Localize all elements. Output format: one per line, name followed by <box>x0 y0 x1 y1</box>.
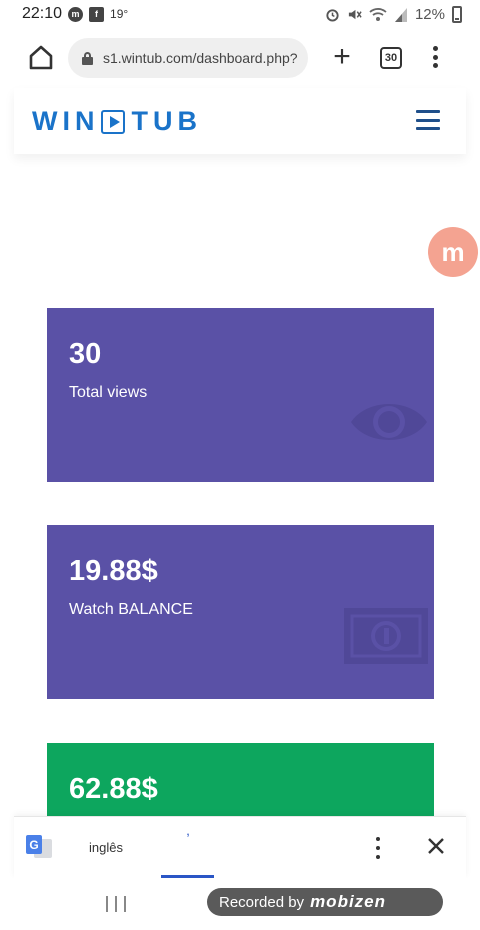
google-translate-icon: G <box>26 835 52 859</box>
status-right: 12% <box>325 5 462 23</box>
home-icon[interactable] <box>26 42 56 72</box>
site-logo[interactable]: WIN TUB <box>32 106 202 137</box>
url-text: s1.wintub.com/dashboard.php? <box>103 50 298 66</box>
target-language-tab[interactable]: ʼ <box>162 831 214 877</box>
card-value: 30 <box>69 338 102 370</box>
eye-icon <box>351 404 427 440</box>
recorded-prefix: Recorded by <box>219 893 305 911</box>
alarm-icon <box>326 8 339 22</box>
card-label: Watch BALANCE <box>69 601 193 618</box>
translate-more-options-button[interactable] <box>374 837 382 859</box>
translate-bar: G inglês ʼ <box>14 816 466 878</box>
screen: 22:10 m f 19° 12% s1.wintub.com/dashboar… <box>0 0 480 930</box>
mobizen-floating-button[interactable]: m <box>428 227 478 277</box>
stat-card-total-views: 30 Total views <box>47 308 434 482</box>
battery-icon <box>452 5 462 23</box>
status-bar: 22:10 m f 19° 12% <box>0 0 480 28</box>
recording-watermark: Recorded by mobizen <box>207 888 443 916</box>
status-left: 22:10 m f 19° <box>22 5 128 23</box>
stat-card-watch-balance: 19.88$ Watch BALANCE <box>47 525 434 699</box>
page-content <box>14 154 466 816</box>
recorder-brand: mobizen <box>310 892 387 911</box>
stat-card-earnings: 62.88$ <box>47 743 434 816</box>
card-value: 62.88$ <box>69 773 158 805</box>
wifi-icon <box>369 7 387 21</box>
mute-icon <box>348 9 362 19</box>
facebook-icon: f <box>89 6 105 22</box>
system-nav-bar: Recorded by mobizen <box>0 878 480 930</box>
site-header: WIN TUB <box>14 88 466 154</box>
status-temperature: 19° <box>110 7 129 21</box>
battery-percent: 12% <box>414 5 445 23</box>
money-icon <box>344 608 428 664</box>
logo-text-left: WIN <box>32 106 100 136</box>
mobizen-icon: m <box>68 6 84 22</box>
card-value: 19.88$ <box>69 555 158 587</box>
browser-toolbar: s1.wintub.com/dashboard.php? + 30 <box>0 28 480 88</box>
browser-menu-button[interactable] <box>428 44 442 70</box>
play-icon <box>101 109 126 134</box>
source-language-tab[interactable]: inglês <box>89 840 123 855</box>
hamburger-menu-icon[interactable] <box>416 110 440 130</box>
logo-text-right: TUB <box>131 106 202 136</box>
lock-icon <box>82 51 93 65</box>
status-time: 22:10 <box>22 5 63 22</box>
card-label: Total views <box>69 384 148 401</box>
address-bar[interactable]: s1.wintub.com/dashboard.php? <box>68 38 308 78</box>
signal-icon <box>394 7 407 22</box>
recents-button[interactable] <box>106 896 126 912</box>
new-tab-button[interactable]: + <box>328 42 356 72</box>
close-icon[interactable] <box>424 834 448 858</box>
tab-switcher-button[interactable]: 30 <box>380 47 402 69</box>
